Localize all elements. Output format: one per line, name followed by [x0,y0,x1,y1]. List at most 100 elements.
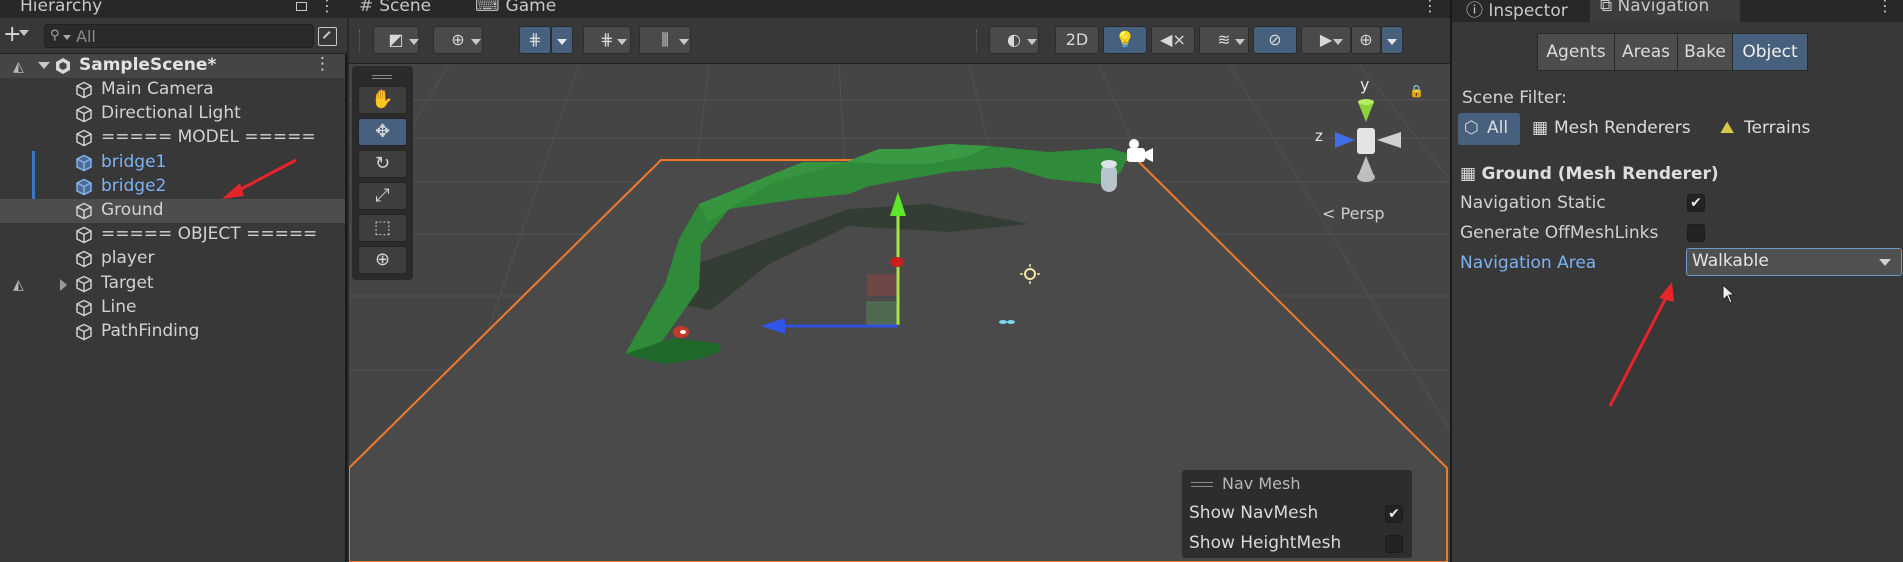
chevron-down-icon[interactable] [1387,39,1397,45]
hierarchy-item[interactable]: Directional Light [0,102,345,126]
scene-search-icon[interactable] [318,27,337,46]
hidden-objects-toggle[interactable]: ⊘ [1253,26,1297,54]
tab-game[interactable]: ⌨ Game [475,0,556,16]
hierarchy-search[interactable]: ⚲ [44,24,314,48]
hierarchy-item-label: Line [101,296,137,317]
tab-inspector[interactable]: ⓘ Inspector [1452,0,1588,22]
visibility-icon[interactable]: ◭ [13,59,24,75]
gizmos-button[interactable]: ⊕ [1351,26,1381,54]
projection-toggle[interactable]: < Persp [1322,204,1385,223]
lock-icon[interactable]: 🔒 [1409,84,1424,98]
hierarchy-item[interactable]: bridge2 [0,174,345,199]
chevron-down-icon[interactable] [617,39,627,45]
hierarchy-scene-row[interactable]: ◭ SampleScene* ⋮ [0,54,345,78]
tab-scene[interactable]: # Scene [359,0,431,16]
audio-toggle[interactable]: ◀× [1151,26,1195,54]
search-icon: ⚲ [50,28,60,43]
chevron-down-icon[interactable] [679,39,689,45]
rect-tool-button[interactable]: ⬚ [358,214,407,242]
orientation-gizmo[interactable] [1335,99,1401,182]
ruler-icon: ⫼ [661,30,669,49]
camera-settings-button[interactable]: ▶ [1301,26,1351,54]
hierarchy-item[interactable]: Line [0,296,345,320]
gameobject-cube-icon [76,299,92,317]
navigation-panel: ⓘ Inspector ⧉ Navigation ⋮ Agents Areas … [1450,0,1903,562]
maximize-icon[interactable] [296,2,307,11]
hand-tool-button[interactable]: ✋ [358,86,407,114]
cube-icon: ⬡ [1464,118,1479,138]
show-heightmesh-checkbox[interactable] [1385,535,1403,553]
transform-tool-button[interactable]: ⊕ [358,246,407,274]
tab-navigation-label: Navigation [1617,0,1710,16]
visibility-icon[interactable]: ◭ [13,277,24,293]
grid-snapping-button[interactable]: ⋕ [519,26,551,54]
kebab-menu-icon[interactable]: ⋮ [1422,0,1438,15]
hierarchy-item[interactable]: Ground [0,199,345,223]
navigation-static-checkbox[interactable]: ✔ [1687,194,1705,212]
filter-terrains-label: Terrains [1744,118,1811,138]
hierarchy-tab[interactable]: Hierarchy ⋮ [0,0,347,18]
move-tool-button[interactable]: ✥ [358,118,407,146]
tab-bake[interactable]: Bake [1677,33,1733,71]
camera-icon: ▶ [1319,30,1333,49]
kebab-menu-icon[interactable]: ⋮ [1877,0,1893,15]
scene-name: SampleScene* [79,55,217,75]
scene-viewport[interactable]: y z 🔒 < Persp ✋ ✥ ↻ ⤢ ⬚ ⊕ Nav Mesh Show … [349,64,1450,562]
chevron-down-icon[interactable] [1235,39,1245,45]
tab-agents[interactable]: Agents [1537,33,1615,71]
filter-all-label: All [1487,118,1509,138]
lighting-toggle[interactable]: 💡 [1103,26,1147,54]
hierarchy-search-input[interactable] [76,26,306,46]
hierarchy-item[interactable]: PathFinding [0,320,345,344]
filter-mesh-renderers-button[interactable]: ▦ Mesh Renderers [1530,113,1700,145]
mouse-cursor-icon [1722,284,1736,304]
rotate-tool-button[interactable]: ↻ [358,150,407,178]
kebab-menu-icon[interactable]: ⋮ [319,0,335,15]
chevron-down-icon [1879,259,1891,266]
target-capsule[interactable] [1101,160,1117,192]
chevron-down-icon[interactable] [1027,39,1037,45]
tab-areas[interactable]: Areas [1614,33,1678,71]
hierarchy-item[interactable]: Target [0,272,345,296]
hierarchy-item[interactable]: bridge1 [0,150,345,175]
generate-offmesh-links-checkbox[interactable] [1687,224,1705,242]
object-title-text: Ground (Mesh Renderer) [1481,164,1719,184]
chevron-down-icon[interactable] [557,39,567,45]
hierarchy-item[interactable]: ===== MODEL ===== [0,126,345,150]
toolbar-grip [359,30,361,52]
tab-game-label: Game [505,0,557,16]
expand-arrow-icon[interactable] [60,278,67,291]
chevron-down-icon[interactable] [1333,39,1343,45]
hierarchy-item[interactable]: ===== OBJECT ===== [0,223,345,247]
navigation-area-dropdown[interactable]: Walkable [1686,248,1902,276]
player-marker[interactable] [673,326,689,338]
filter-all-button[interactable]: ⬡ All [1458,113,1520,145]
camera-gizmo-icon[interactable] [1127,139,1153,162]
palette-grip[interactable] [372,75,392,79]
chevron-down-icon[interactable] [409,39,419,45]
hand-icon: ✋ [371,89,394,110]
scene-toolbar: ◩ ⊕ ⋕ ⋕ ⫼ ◐ 2D 💡 ◀× ≋ ⊘ ▶ ⊕ [349,18,1450,64]
tab-navigation[interactable]: ⧉ Navigation [1590,0,1740,22]
scale-tool-button[interactable]: ⤢ [358,182,407,210]
hierarchy-item[interactable]: Main Camera [0,78,345,102]
prefab-cube-icon [76,178,92,196]
kebab-menu-icon[interactable]: ⋮ [314,54,331,74]
gizmo-globe-icon: ⊕ [1359,30,1373,49]
filter-terrains-button[interactable]: ⛰ Terrains [1718,113,1838,145]
navmesh-overlay-title: Nav Mesh [1222,474,1301,493]
hierarchy-item-label: Main Camera [101,79,214,99]
show-navmesh-checkbox[interactable]: ✔ [1385,505,1403,523]
overlay-grip[interactable] [1191,482,1213,487]
chevron-down-icon[interactable] [471,39,481,45]
expand-arrow-icon[interactable] [38,62,50,69]
gamepad-icon: ⌨ [475,0,500,16]
gameobject-cube-icon [76,81,92,99]
hierarchy-item[interactable]: player [0,247,345,271]
chevron-down-icon[interactable] [63,35,71,40]
unity-scene-icon [56,58,70,74]
tab-object[interactable]: Object [1732,33,1808,71]
hierarchy-item-label: bridge2 [101,175,167,196]
chevron-down-icon[interactable] [19,30,29,36]
mode-2d-button[interactable]: 2D [1055,26,1099,54]
